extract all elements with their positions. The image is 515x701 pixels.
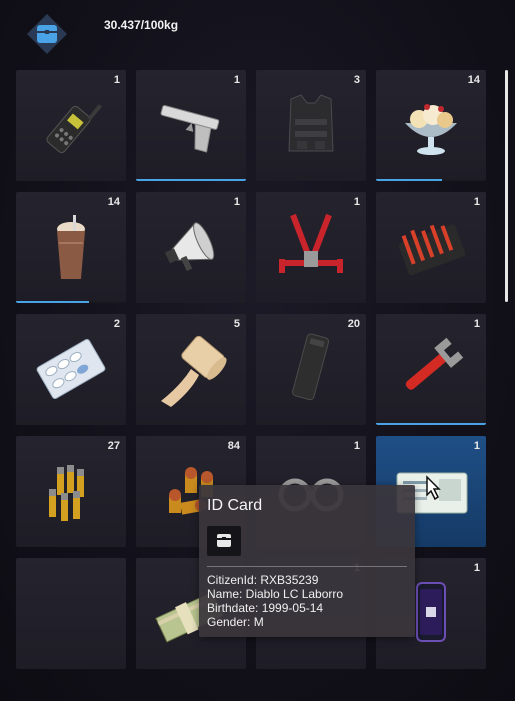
- box-icon: [207, 526, 241, 556]
- inventory-slot-3[interactable]: 3: [256, 70, 366, 181]
- inventory-slot-2[interactable]: 1: [136, 70, 246, 181]
- gender-line: Gender: M: [207, 615, 264, 629]
- inventory-slot-4[interactable]: 14: [376, 70, 486, 181]
- toolkit-icon: [398, 224, 466, 276]
- magazine-icon: [292, 333, 330, 401]
- inventory-slot-6[interactable]: 1: [136, 192, 246, 303]
- armor-vest-icon: [288, 94, 334, 152]
- inventory-slot-11[interactable]: 20: [256, 314, 366, 425]
- bandage-roll-icon: [161, 335, 227, 407]
- inventory-slot-8[interactable]: 1: [376, 192, 486, 303]
- inventory-slot-17[interactable]: [16, 558, 126, 669]
- tooltip-divider: [207, 566, 407, 567]
- slot-count: 1: [233, 74, 240, 86]
- inventory-slot-9[interactable]: 2: [16, 314, 126, 425]
- slot-count: 1: [113, 74, 120, 86]
- inventory-box-icon: [25, 12, 69, 56]
- weight-readout: 30.437/100kg: [104, 18, 179, 32]
- harness-icon: [279, 213, 343, 273]
- slot-count: 1: [353, 440, 360, 452]
- slot-count: 1: [353, 196, 360, 208]
- tooltip-details: CitizenId: RXB35239 Name: Diablo LC Labo…: [207, 573, 343, 629]
- inventory-slot-13[interactable]: 27: [16, 436, 126, 547]
- inventory-slot-12[interactable]: 1: [376, 314, 486, 425]
- birthdate-line: Birthdate: 1999-05-14: [207, 601, 324, 615]
- pipe-wrench-icon: [405, 337, 464, 390]
- walkie-talkie-icon: [46, 104, 103, 154]
- inventory-slot-10[interactable]: 5: [136, 314, 246, 425]
- inventory-scrollbar[interactable]: [505, 70, 508, 302]
- durability-bar: [136, 179, 246, 181]
- item-tooltip: ID Card CitizenId: RXB35239 Name: Diablo…: [199, 485, 415, 637]
- slot-count: 1: [473, 440, 480, 452]
- milkshake-icon: [57, 215, 85, 279]
- inventory-slot-7[interactable]: 1: [256, 192, 366, 303]
- ice-cream-sundae-icon: [405, 104, 457, 155]
- slot-count: 1: [473, 562, 480, 574]
- pistol-icon: [160, 105, 220, 153]
- slot-count: 1: [473, 196, 480, 208]
- slot-count: 3: [353, 74, 360, 86]
- pill-pack-icon: [36, 339, 106, 399]
- inventory-slot-1[interactable]: 1: [16, 70, 126, 181]
- durability-bar: [376, 179, 442, 181]
- inventory-slot-5[interactable]: 14: [16, 192, 126, 303]
- rifle-ammo-icon: [49, 465, 84, 521]
- slot-count: 2: [113, 318, 120, 330]
- name-line: Name: Diablo LC Laborro: [207, 587, 344, 601]
- durability-bar: [16, 301, 89, 303]
- tooltip-title: ID Card: [207, 497, 263, 514]
- durability-bar: [376, 423, 486, 425]
- citizen-id-line: CitizenId: RXB35239: [207, 573, 319, 587]
- megaphone-icon: [164, 222, 215, 272]
- slot-count: 1: [473, 318, 480, 330]
- slot-count: 1: [233, 196, 240, 208]
- slot-count: 5: [233, 318, 240, 330]
